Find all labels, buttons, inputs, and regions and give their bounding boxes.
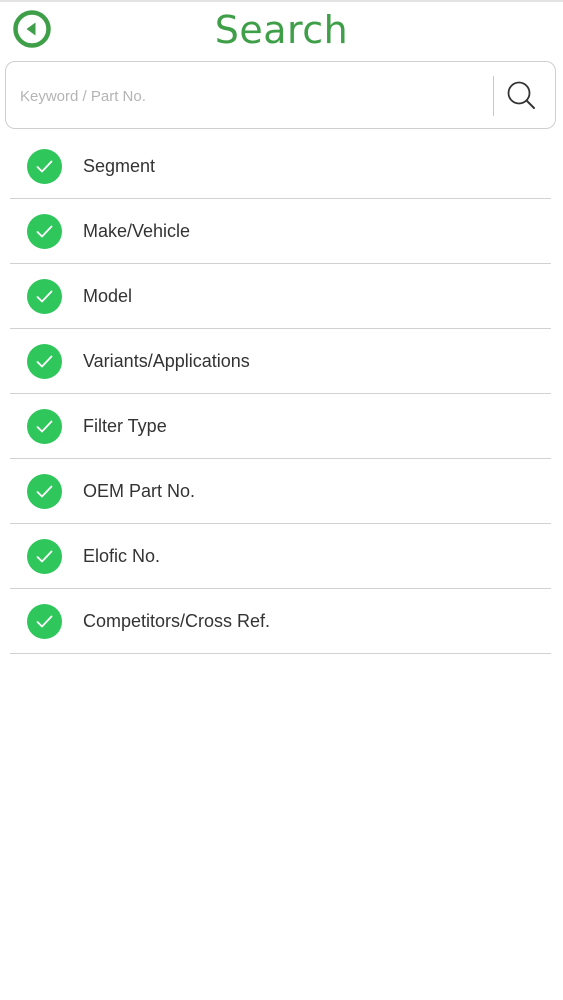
search-divider (493, 76, 494, 116)
check-circle-icon (27, 474, 62, 509)
filter-item-label: Filter Type (83, 416, 167, 436)
filter-item-label: Segment (83, 156, 156, 176)
page-title: Search (214, 8, 349, 52)
filter-item-label: OEM Part No. (83, 481, 196, 501)
check-circle-icon (27, 409, 62, 444)
header-bar: Search (0, 2, 563, 58)
filter-item-filter-type[interactable]: Filter Type (10, 394, 551, 459)
search-input[interactable] (18, 76, 482, 116)
check-circle-icon (27, 344, 62, 379)
filter-item-label: Competitors/Cross Ref. (83, 611, 271, 631)
filter-item-label: Model (83, 286, 133, 306)
check-circle-icon (27, 279, 62, 314)
filter-item-model[interactable]: Model (10, 264, 551, 329)
filter-list: Segment Make/Vehicle Model Variants/Appl… (10, 134, 551, 654)
filter-item-competitors-cross-ref[interactable]: Competitors/Cross Ref. (10, 589, 551, 654)
filter-item-label: Elofic No. (83, 546, 161, 566)
filter-item-label: Variants/Applications (83, 351, 250, 371)
search-icon (507, 81, 535, 109)
filter-item-variants-applications[interactable]: Variants/Applications (10, 329, 551, 394)
check-circle-icon (27, 214, 62, 249)
filter-item-elofic-no[interactable]: Elofic No. (10, 524, 551, 589)
filter-item-make-vehicle[interactable]: Make/Vehicle (10, 199, 551, 264)
check-circle-icon (27, 604, 62, 639)
search-bar (5, 61, 556, 129)
filter-item-oem-part-no[interactable]: OEM Part No. (10, 459, 551, 524)
check-circle-icon (27, 149, 62, 184)
filter-item-label: Make/Vehicle (83, 221, 191, 241)
check-circle-icon (27, 539, 62, 574)
search-button[interactable] (500, 76, 544, 116)
filter-item-segment[interactable]: Segment (10, 134, 551, 199)
